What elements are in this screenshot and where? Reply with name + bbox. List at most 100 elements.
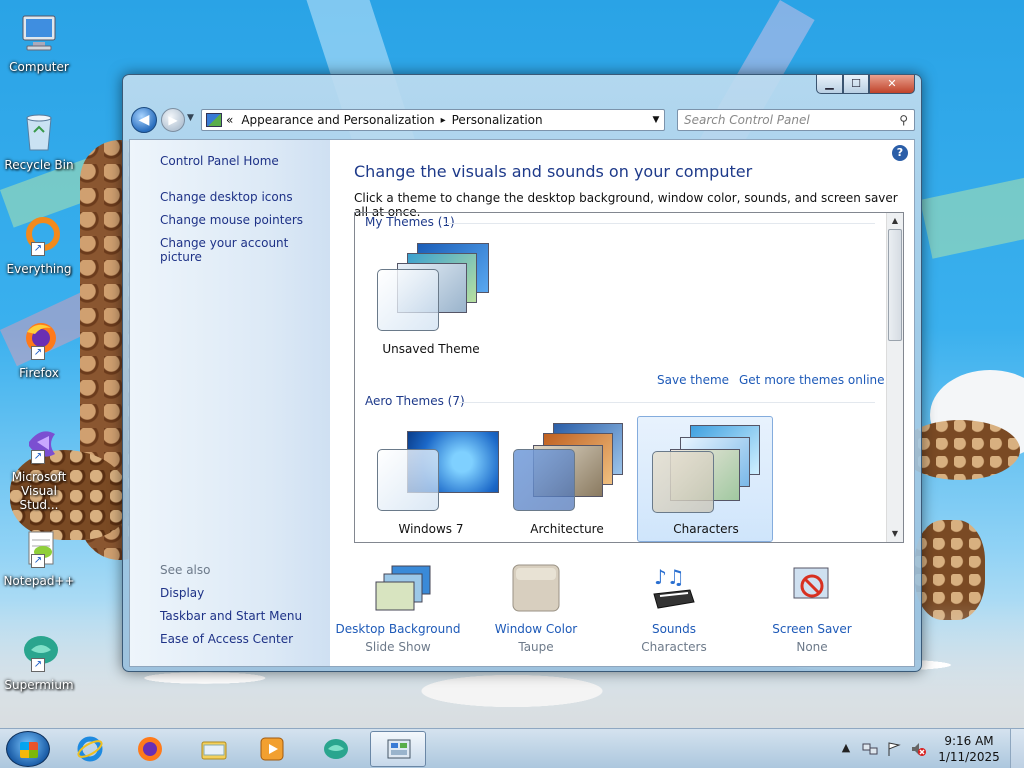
desktop-icon-notepadpp[interactable]: ↗ Notepad++ [2, 526, 76, 588]
sounds-value: Characters [641, 640, 707, 654]
main-pane: ? Change the visuals and sounds on your … [330, 140, 914, 666]
maximize-button[interactable]: ☐ [843, 75, 869, 94]
computer-icon [17, 12, 61, 56]
desktop-icon-label: Notepad++ [3, 574, 75, 588]
search-input[interactable]: Search Control Panel ⚲ [677, 109, 915, 131]
change-account-picture-link[interactable]: Change your account picture [160, 236, 330, 264]
taskbar-internet-explorer[interactable] [62, 731, 118, 767]
recycle-bin-icon [17, 110, 61, 154]
control-panel-icon [387, 739, 411, 759]
recent-pages-dropdown[interactable]: ▼ [187, 113, 199, 127]
desktop-icon-firefox[interactable]: ↗ Firefox [2, 318, 76, 380]
theme-characters[interactable]: Characters [637, 416, 773, 542]
window-color-icon [512, 564, 560, 612]
clock[interactable]: 9:16 AM 1/11/2025 [934, 733, 1004, 765]
theme-architecture[interactable]: Architecture [499, 415, 635, 541]
change-desktop-icons-link[interactable]: Change desktop icons [160, 190, 293, 204]
taskbar-supermium[interactable] [308, 731, 364, 767]
taskbar-file-explorer[interactable] [186, 731, 242, 767]
taskbar-media-player[interactable] [244, 731, 300, 767]
screen-saver-item[interactable]: Screen Saver None [742, 564, 882, 654]
window-color-item[interactable]: Window Color Taupe [466, 564, 606, 654]
get-more-themes-link[interactable]: Get more themes online [739, 373, 885, 387]
volume-muted-icon[interactable] [910, 741, 926, 757]
address-dropdown-icon[interactable]: ▼ [648, 115, 664, 125]
everything-icon: ↗ [17, 214, 61, 258]
section-divider [445, 223, 875, 224]
desktop-icon-everything[interactable]: ↗ Everything [2, 214, 76, 276]
forward-button[interactable]: ▶ [161, 108, 185, 132]
media-player-icon [260, 737, 284, 761]
save-theme-link[interactable]: Save theme [657, 373, 729, 387]
theme-name: Characters [673, 522, 739, 536]
themes-scrollbar[interactable]: ▲ ▼ [886, 213, 903, 542]
aero-themes-heading: Aero Themes (7) [365, 394, 465, 408]
ease-of-access-link[interactable]: Ease of Access Center [160, 632, 293, 646]
page-title: Change the visuals and sounds on your co… [354, 162, 753, 181]
svg-text:♪♫: ♪♫ [654, 565, 685, 589]
taskbar-start-menu-link[interactable]: Taskbar and Start Menu [160, 609, 302, 623]
desktop-icon-label: Recycle Bin [4, 158, 74, 172]
address-overflow[interactable]: « [226, 113, 233, 127]
navigation-bar: ◀ ▶ ▼ « Appearance and Personalization ▸… [129, 105, 915, 135]
visual-studio-icon: ↗ [17, 422, 61, 466]
control-panel-icon [206, 113, 222, 127]
clock-time: 9:16 AM [944, 734, 994, 748]
desktop-icon-label: Microsoft Visual Stud... [11, 470, 67, 512]
theme-windows-7[interactable]: Windows 7 [363, 415, 499, 541]
change-mouse-pointers-link[interactable]: Change mouse pointers [160, 213, 303, 227]
taskbar-firefox[interactable] [122, 731, 178, 767]
wallpaper-ray [920, 158, 1024, 259]
action-center-flag-icon[interactable] [886, 741, 902, 757]
theme-preview [377, 243, 493, 331]
help-icon[interactable]: ? [892, 145, 908, 161]
desktop-background-link[interactable]: Desktop Background [328, 622, 468, 636]
show-desktop-button[interactable] [1010, 729, 1024, 768]
sounds-link[interactable]: Sounds [604, 622, 744, 636]
system-tray: ▲ 9:16 AM 1/11/2025 [834, 729, 1024, 768]
breadcrumb-appearance[interactable]: Appearance and Personalization [241, 113, 434, 127]
desktop-background-value: Slide Show [365, 640, 431, 654]
screen-saver-value: None [796, 640, 828, 654]
scrollbar-thumb[interactable] [888, 229, 902, 341]
theme-components: Desktop Background Slide Show Window Col… [330, 564, 914, 664]
sounds-item[interactable]: ♪♫ Sounds Characters [604, 564, 744, 654]
breadcrumb-personalization[interactable]: Personalization [452, 113, 543, 127]
window-color-link[interactable]: Window Color [466, 622, 606, 636]
desktop-icon-supermium[interactable]: ↗ Supermium [2, 630, 76, 692]
left-navigation-pane: Control Panel Home Change desktop icons … [130, 140, 330, 666]
back-button[interactable]: ◀ [131, 107, 157, 133]
control-panel-home-link[interactable]: Control Panel Home [160, 154, 279, 168]
see-also-heading: See also [160, 563, 211, 577]
search-icon[interactable]: ⚲ [899, 113, 908, 127]
desktop-background-item[interactable]: Desktop Background Slide Show [328, 564, 468, 654]
section-divider [459, 402, 875, 403]
close-button[interactable]: ✕ [869, 75, 915, 94]
desktop-icon-recycle-bin[interactable]: Recycle Bin [2, 110, 76, 172]
window-color-value: Taupe [518, 640, 554, 654]
scroll-up-icon[interactable]: ▲ [887, 213, 903, 229]
display-link[interactable]: Display [160, 586, 204, 600]
desktop-icon-label: Computer [9, 60, 69, 74]
show-hidden-icons-icon[interactable]: ▲ [838, 741, 854, 757]
screen-saver-link[interactable]: Screen Saver [742, 622, 882, 636]
shortcut-arrow-icon: ↗ [31, 242, 45, 256]
scroll-down-icon[interactable]: ▼ [887, 526, 903, 542]
firefox-icon [138, 737, 162, 761]
desktop-icon-computer[interactable]: Computer [2, 12, 76, 74]
minimize-button[interactable]: ▁ [816, 75, 843, 94]
theme-unsaved[interactable]: Unsaved Theme [363, 235, 499, 361]
clock-date: 1/11/2025 [938, 750, 1000, 764]
taskbar-control-panel[interactable] [370, 731, 426, 767]
screen-saver-icon [788, 564, 836, 612]
start-button[interactable] [6, 731, 50, 767]
theme-preview [513, 423, 629, 511]
desktop-icon-visual-studio[interactable]: ↗ Microsoft Visual Stud... [2, 422, 76, 512]
breadcrumb-separator-icon[interactable]: ▸ [441, 115, 446, 126]
supermium-icon: ↗ [17, 630, 61, 674]
desktop-icon-label: Supermium [4, 678, 74, 692]
address-bar[interactable]: « Appearance and Personalization ▸ Perso… [201, 109, 665, 131]
supermium-icon [324, 739, 348, 759]
network-icon[interactable] [862, 741, 878, 757]
desktop-icon-label: Everything [6, 262, 72, 276]
